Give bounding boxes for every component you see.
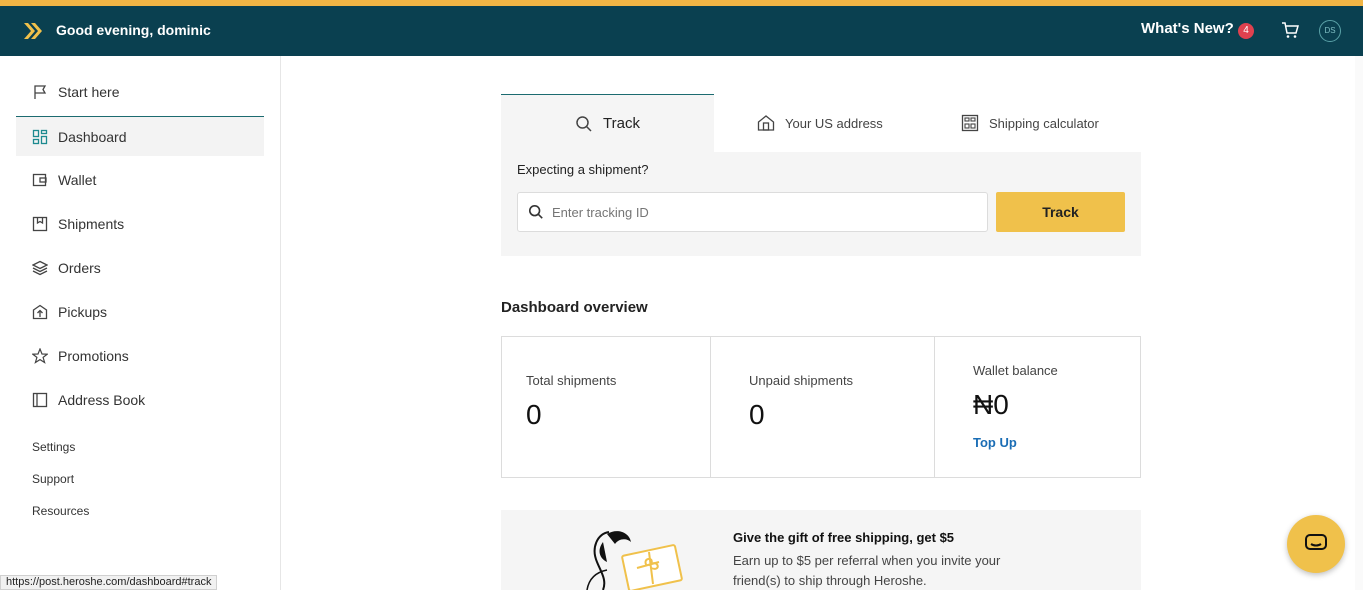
tab-shipping-calculator[interactable]: Shipping calculator	[961, 94, 1099, 152]
sidebar-item-address-book[interactable]: Address Book	[16, 380, 264, 420]
total-shipments-value: 0	[526, 399, 542, 430]
calculator-icon	[961, 114, 979, 132]
sidebar-item-start-here[interactable]: Start here	[16, 72, 264, 112]
tab-label: Your US address	[785, 115, 883, 131]
sidebar: Start here Dashboard Wallet Shipments Or…	[0, 56, 281, 590]
tracking-input-wrapper	[517, 192, 988, 232]
user-avatar[interactable]: DS	[1319, 20, 1341, 42]
sidebar-item-label: Start here	[58, 84, 120, 100]
tab-track[interactable]: Track	[501, 94, 714, 152]
overview-title: Dashboard overview	[501, 299, 648, 316]
sidebar-item-label: Orders	[58, 260, 101, 276]
track-button[interactable]: Track	[996, 192, 1125, 232]
sidebar-item-label: Pickups	[58, 304, 108, 320]
top-header: Good evening, dominic What's New? 4 DS	[0, 6, 1363, 56]
sidebar-item-dashboard[interactable]: Dashboard	[16, 116, 264, 156]
track-prompt: Expecting a shipment?	[517, 162, 649, 177]
sidebar-item-pickups[interactable]: Pickups	[16, 292, 264, 332]
overview-card: Total shipments 0 Unpaid shipments 0 Wal…	[501, 336, 1141, 478]
tab-us-address[interactable]: Your US address	[757, 94, 883, 152]
layers-icon	[32, 260, 48, 276]
wallet-icon	[32, 173, 47, 187]
unpaid-shipments-cell: Unpaid shipments 0	[711, 337, 934, 477]
sidebar-item-label: Shipments	[58, 216, 125, 232]
support-link[interactable]: Support	[32, 472, 74, 486]
book-icon	[32, 392, 48, 408]
cart-icon[interactable]	[1281, 21, 1299, 39]
dashboard-icon	[32, 129, 48, 144]
top-up-link[interactable]: Top Up	[973, 435, 1017, 450]
gift-illustration	[586, 531, 683, 590]
unpaid-shipments-value: 0	[749, 399, 765, 430]
search-icon	[528, 204, 543, 219]
browser-status-url: https://post.heroshe.com/dashboard#track	[0, 575, 218, 590]
notification-badge: 4	[1238, 23, 1254, 39]
tracking-id-input[interactable]	[552, 204, 952, 220]
wallet-balance-value: ₦0	[973, 389, 1009, 420]
sidebar-item-label: Promotions	[58, 348, 129, 364]
total-shipments-cell: Total shipments 0	[502, 337, 710, 477]
tab-label: Shipping calculator	[989, 115, 1099, 131]
flag-icon	[34, 85, 47, 99]
promo-text: Earn up to $5 per referral when you invi…	[733, 553, 1001, 588]
settings-link[interactable]: Settings	[32, 440, 75, 454]
star-icon	[32, 348, 48, 364]
tab-label: Track	[603, 115, 640, 132]
track-panel: Expecting a shipment? Track	[501, 152, 1141, 256]
search-icon	[576, 115, 592, 132]
box-icon	[32, 216, 48, 232]
sidebar-item-label: Wallet	[58, 172, 97, 188]
unpaid-shipments-label: Unpaid shipments	[749, 373, 854, 388]
resources-link[interactable]: Resources	[32, 504, 89, 518]
wallet-balance-cell: Wallet balance ₦0 Top Up	[935, 337, 1140, 477]
tab-bar: Track Your US address Shipping calculato…	[501, 94, 1141, 152]
pickup-icon	[32, 304, 48, 320]
total-shipments-label: Total shipments	[526, 373, 617, 388]
chat-launcher-button[interactable]	[1287, 515, 1345, 573]
page-scrollbar[interactable]	[1355, 56, 1363, 590]
sidebar-item-shipments[interactable]: Shipments	[16, 204, 264, 244]
chat-icon	[1305, 534, 1327, 550]
house-icon	[757, 115, 775, 131]
wallet-balance-label: Wallet balance	[973, 363, 1058, 378]
sidebar-item-orders[interactable]: Orders	[16, 248, 264, 288]
promo-title: Give the gift of free shipping, get $5	[733, 530, 955, 545]
greeting-text: Good evening, dominic	[56, 22, 211, 38]
heroshe-logo-icon[interactable]	[23, 22, 43, 40]
sidebar-item-label: Address Book	[58, 392, 146, 408]
sidebar-item-wallet[interactable]: Wallet	[16, 160, 264, 200]
whats-new-link[interactable]: What's New?	[1141, 20, 1234, 37]
sidebar-item-label: Dashboard	[58, 128, 127, 145]
referral-promo-banner: Give the gift of free shipping, get $5 E…	[501, 510, 1141, 590]
sidebar-item-promotions[interactable]: Promotions	[16, 336, 264, 376]
